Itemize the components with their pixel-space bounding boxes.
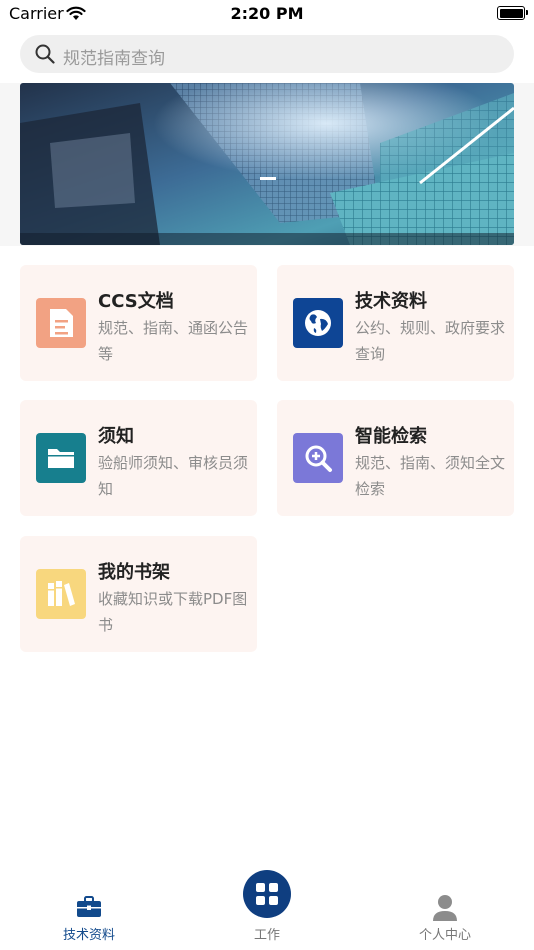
tab-bar: 技术资料 工作 个人中心 bbox=[0, 860, 534, 950]
banner-illustration bbox=[20, 83, 514, 245]
card-ccs-documents[interactable]: CCS文档 规范、指南、通函公告等 bbox=[20, 265, 257, 381]
card-description: 规范、指南、通函公告等 bbox=[98, 319, 249, 363]
tab-work[interactable]: 工作 bbox=[178, 860, 356, 950]
bookshelf-icon bbox=[36, 569, 86, 619]
folder-icon bbox=[36, 433, 86, 483]
document-icon bbox=[36, 298, 86, 348]
card-title: 须知 bbox=[98, 426, 134, 447]
tab-label: 技术资料 bbox=[62, 928, 115, 943]
search-icon bbox=[35, 44, 55, 64]
card-technical-materials[interactable]: 技术资料 公约、规则、政府要求查询 bbox=[277, 265, 514, 381]
tab-personal-center[interactable]: 个人中心 bbox=[356, 860, 534, 950]
tab-label: 工作 bbox=[253, 928, 280, 943]
search-placeholder: 规范指南查询 bbox=[63, 49, 165, 69]
card-title: 我的书架 bbox=[98, 562, 170, 583]
card-title: 智能检索 bbox=[355, 426, 427, 447]
card-description: 收藏知识或下载PDF图书 bbox=[98, 590, 248, 634]
search-bar[interactable]: 规范指南查询 bbox=[20, 35, 514, 73]
clock: 2:20 PM bbox=[230, 4, 304, 23]
tab-label: 个人中心 bbox=[418, 928, 471, 943]
toolbox-icon bbox=[77, 896, 101, 917]
globe-icon bbox=[293, 298, 343, 348]
tab-technical-materials[interactable]: 技术资料 bbox=[0, 860, 178, 950]
battery-icon bbox=[497, 6, 528, 20]
card-notices[interactable]: 须知 验船师须知、审核员须知 bbox=[20, 400, 257, 516]
card-description: 公约、规则、政府要求查询 bbox=[355, 319, 506, 363]
status-bar: Carrier 2:20 PM bbox=[0, 0, 534, 30]
card-title: 技术资料 bbox=[355, 291, 427, 312]
card-title: CCS文档 bbox=[98, 291, 174, 312]
card-description: 验船师须知、审核员须知 bbox=[98, 454, 249, 498]
card-description: 规范、指南、须知全文检索 bbox=[355, 454, 506, 498]
person-icon bbox=[433, 895, 457, 921]
card-my-bookshelf[interactable]: 我的书架 收藏知识或下载PDF图书 bbox=[20, 536, 257, 652]
grid-icon bbox=[243, 870, 291, 918]
magnifier-plus-icon bbox=[293, 433, 343, 483]
card-smart-search[interactable]: 智能检索 规范、指南、须知全文检索 bbox=[277, 400, 514, 516]
banner-image[interactable] bbox=[20, 83, 514, 245]
